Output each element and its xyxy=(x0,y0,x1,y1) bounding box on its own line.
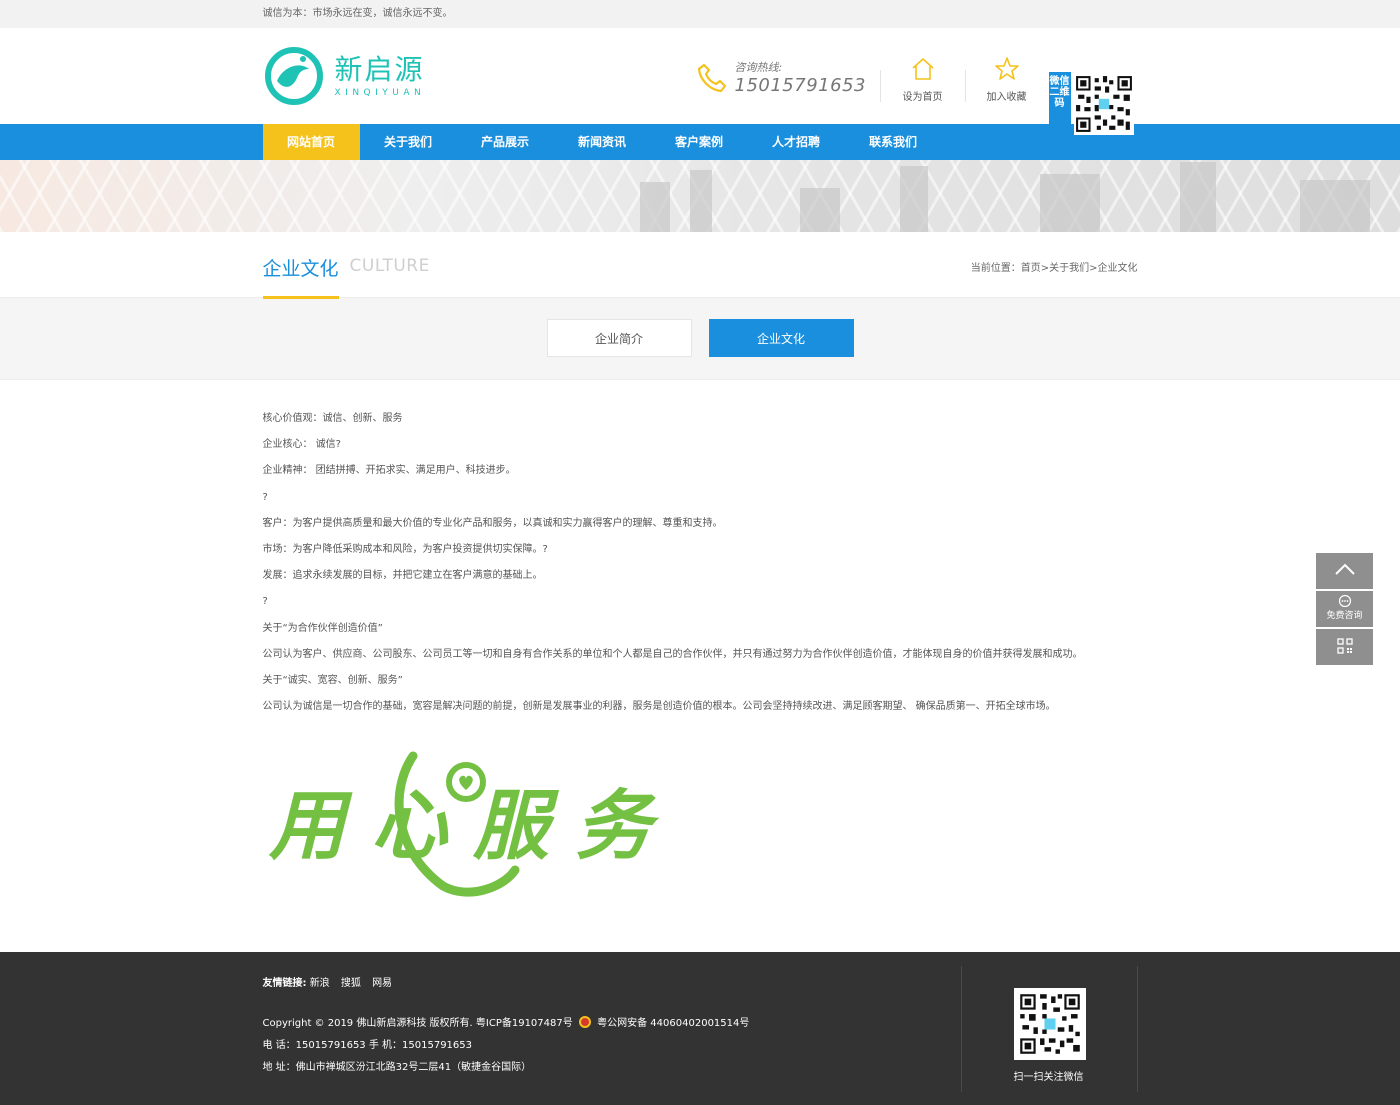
content-paragraph: 企业核心： 诚信? xyxy=(262,439,342,451)
hotline-number: 15015791653 xyxy=(734,75,866,96)
tab-company-intro[interactable]: 企业简介 xyxy=(546,319,692,357)
title-underline xyxy=(262,296,339,299)
footer-qr-caption: 扫一扫关注微信 xyxy=(1013,1072,1084,1083)
site-logo[interactable]: 新启源 XINQIYUAN xyxy=(263,46,426,106)
banner-building xyxy=(1300,180,1370,232)
content-paragraph: 企业精神： 团结拼搏、开拓求实、满足用户、科技进步。 xyxy=(262,465,516,477)
tab-company-culture[interactable]: 企业文化 xyxy=(708,319,854,357)
nav-item-jobs[interactable]: 人才招聘 xyxy=(748,124,845,160)
sub-tabs-bar: 企业简介 企业文化 xyxy=(0,298,1400,380)
content-paragraph: 市场：为客户降低采购成本和风险，为客户投资提供切实保障。? xyxy=(262,544,548,556)
main-content: 核心价值观：诚信、创新、服务 企业核心： 诚信? 企业精神： 团结拼搏、开拓求实… xyxy=(0,380,1400,950)
floating-toolbar: 免费咨询 xyxy=(1316,553,1373,667)
content-paragraph: 关于“为合作伙伴创造价值” xyxy=(262,622,383,634)
service-slogan-text: 用心服务 xyxy=(268,781,677,870)
back-to-top-button[interactable] xyxy=(1316,553,1373,589)
content-paragraph: ? xyxy=(262,596,268,608)
logo-text-cn: 新启源 xyxy=(334,53,425,86)
copyright-text[interactable]: Copyright © 2019 佛山新启源科技 版权所有. 粤ICP备1910… xyxy=(263,1018,573,1029)
page-banner xyxy=(0,160,1400,232)
header-divider xyxy=(879,70,881,102)
nav-item-about[interactable]: 关于我们 xyxy=(360,124,457,160)
nav-item-cases[interactable]: 客户案例 xyxy=(651,124,748,160)
add-favorite-button[interactable]: 加入收藏 xyxy=(977,56,1037,103)
banner-building xyxy=(1040,174,1100,232)
footer-phone: 电 话：15015791653 手 机：15015791653 xyxy=(262,1040,473,1051)
header: 新启源 XINQIYUAN 咨询热线: 15015791653 设为首页 加入收… xyxy=(0,28,1400,136)
service-slogan-art: 用心服务 xyxy=(268,751,677,898)
logo-text-en: XINQIYUAN xyxy=(334,88,426,98)
friend-link[interactable]: 新浪 xyxy=(310,978,330,989)
hotline: 咨询热线: 15015791653 xyxy=(695,59,866,96)
free-consult-label: 免费咨询 xyxy=(1326,611,1363,621)
banner-building xyxy=(800,188,840,232)
footer-divider xyxy=(1136,966,1138,1092)
content-paragraph: 客户：为客户提供高质量和最大价值的专业化产品和服务，以真诚和实力赢得客户的理解、… xyxy=(262,517,723,529)
set-home-label: 设为首页 xyxy=(902,92,943,103)
footer-wechat-qr-code xyxy=(1013,988,1086,1060)
add-favorite-label: 加入收藏 xyxy=(986,92,1027,103)
copyright-line: Copyright © 2019 佛山新启源科技 版权所有. 粤ICP备1910… xyxy=(263,1014,749,1029)
friend-links-label: 友情链接: xyxy=(262,978,307,989)
phone-icon xyxy=(697,63,726,92)
top-bar: 诚信为本：市场永远在变，诚信永远不变。 xyxy=(0,0,1400,28)
title-bar: 企业文化 CULTURE 当前位置：首页>关于我们>企业文化 xyxy=(0,232,1400,299)
banner-building xyxy=(690,170,712,232)
content-paragraph: 核心价值观：诚信、创新、服务 xyxy=(262,413,403,424)
star-icon xyxy=(994,57,1019,80)
content-paragraph: 发展：追求永续发展的目标，并把它建立在客户满意的基础上。 xyxy=(262,570,543,582)
chat-bubble-icon xyxy=(1338,595,1351,608)
nav-item-contact[interactable]: 联系我们 xyxy=(845,124,942,160)
friend-link[interactable]: 网易 xyxy=(372,978,392,989)
nav-item-home[interactable]: 网站首页 xyxy=(262,124,360,160)
free-consult-button[interactable]: 免费咨询 xyxy=(1316,591,1373,627)
qr-code-icon xyxy=(1336,638,1353,654)
footer: 友情链接: 新浪 搜狐 网易 Copyright © 2019 佛山新启源科技 … xyxy=(0,952,1400,1105)
banner-building xyxy=(1180,162,1216,232)
set-home-button[interactable]: 设为首页 xyxy=(893,56,953,103)
qr-code-button[interactable] xyxy=(1316,629,1373,665)
content-paragraph: 公司认为诚信是一切合作的基础，宽容是解决问题的前提，创新是发展事业的利器，服务是… xyxy=(262,701,1056,713)
page-title-en: CULTURE xyxy=(349,256,430,276)
hotline-label: 咨询热线: xyxy=(734,61,783,74)
breadcrumb[interactable]: 当前位置：首页>关于我们>企业文化 xyxy=(971,259,1138,274)
content-paragraph: 公司认为客户、供应商、公司股东、公司员工等一切和自身有合作关系的单位和个人都是自… xyxy=(262,648,1083,660)
chevron-up-icon xyxy=(1334,563,1355,575)
home-icon xyxy=(911,58,934,80)
banner-building xyxy=(900,166,928,232)
page-title: 企业文化 xyxy=(262,258,339,280)
main-nav: 网站首页 关于我们 产品展示 新闻资讯 客户案例 人才招聘 联系我们 xyxy=(0,124,1400,160)
nav-item-products[interactable]: 产品展示 xyxy=(457,124,554,160)
footer-divider xyxy=(960,966,962,1092)
nav-item-news[interactable]: 新闻资讯 xyxy=(554,124,651,160)
police-record-text[interactable]: 粤公网安备 44060402001514号 xyxy=(597,1018,749,1029)
banner-building xyxy=(640,182,670,232)
slogan-text: 诚信为本：市场永远在变，诚信永远不变。 xyxy=(262,8,453,19)
friend-links: 友情链接: 新浪 搜狐 网易 xyxy=(263,974,401,989)
content-paragraph: 关于“诚实、宽容、创新、服务” xyxy=(262,675,403,687)
content-paragraph: ? xyxy=(262,491,268,503)
dolphin-logo-icon xyxy=(264,47,323,105)
friend-link[interactable]: 搜狐 xyxy=(341,978,361,989)
police-badge-icon xyxy=(578,1016,591,1028)
footer-address: 地 址：佛山市禅城区汾江北路32号二层41（敏捷金谷国际） xyxy=(262,1062,532,1073)
header-divider xyxy=(964,70,966,102)
